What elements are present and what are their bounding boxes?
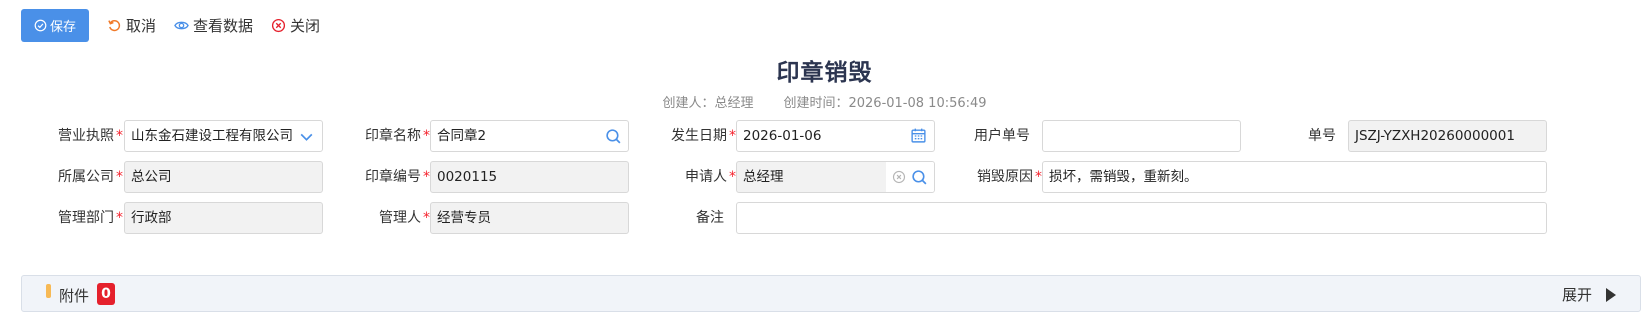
save-button[interactable]: 保存 [21,9,89,42]
occur-date-picker[interactable]: 2026-01-06 [736,120,935,152]
department-label: 管理部门 * [58,210,123,226]
destroy-reason-label: 销毁原因 * [977,169,1042,185]
seal-name-label: 印章名称 * [365,128,430,144]
manager-label: 管理人 * [379,210,430,226]
attachments-title: 附件 [59,287,90,305]
user-order-no-label: 用户单号 [974,128,1030,144]
occur-date-label: 发生日期 * [671,128,736,144]
expand-label: 展开 [1561,286,1592,304]
calendar-icon [911,128,926,143]
created-time-value: 2026-01-08 10:56:49 [848,96,987,111]
applicant-label: 申请人 * [685,169,736,185]
applicant-value: 总经理 [743,169,784,185]
company-field: 总公司 [124,161,323,193]
remark-input[interactable] [736,202,1547,234]
view-data-label: 查看数据 [193,17,254,35]
seal-name-field[interactable]: 合同章2 [430,120,629,152]
order-no-label: 单号 [1308,128,1336,144]
business-license-label: 营业执照 * [58,128,123,144]
business-license-value: 山东金石建设工程有限公司 [131,128,293,144]
creator-value: 总经理 [714,96,754,111]
search-icon[interactable] [605,128,622,145]
manager-field: 经营专员 [430,202,629,234]
created-meta: 创建人：总经理 创建时间：2026-01-08 10:56:49 [0,92,1649,111]
undo-icon [108,19,121,32]
caret-right-icon [1606,287,1616,302]
attachments-count-badge: 0 [97,283,115,305]
check-circle-icon [34,19,47,32]
department-field: 行政部 [124,202,323,234]
attachments-panel: 附件 0 展开 [21,275,1641,312]
cancel-button[interactable]: 取消 [107,15,156,36]
seal-code-label: 印章编号 * [365,169,430,185]
save-label: 保存 [49,20,76,35]
page-title: 印章销毁 [776,60,873,86]
creator-label: 创建人： [662,96,715,111]
business-license-select[interactable]: 山东金石建设工程有限公司 [124,120,323,152]
destroy-reason-input[interactable]: 损坏，需销毁，重新刻。 [1042,161,1547,193]
seal-code-field: 0020115 [430,161,629,193]
search-icon[interactable] [911,169,928,186]
clear-icon[interactable] [892,170,906,184]
expand-button[interactable]: 展开 [1562,284,1616,305]
view-data-button[interactable]: 查看数据 [174,15,253,36]
remark-label: 备注 [696,210,724,226]
chevron-down-icon [300,133,313,141]
close-button[interactable]: 关闭 [271,15,320,36]
section-marker [46,284,51,298]
order-no-field: JSZJ-YZXH20260000001 [1348,120,1547,152]
close-circle-icon [271,18,286,33]
company-label: 所属公司 * [58,169,123,185]
seal-name-value: 合同章2 [437,128,487,144]
cancel-label: 取消 [126,17,157,35]
close-label: 关闭 [290,17,321,35]
eye-icon [174,21,189,30]
created-time-label: 创建时间： [783,96,849,111]
user-order-no-input[interactable] [1042,120,1241,152]
toolbar: 保存 取消 查看数据 关闭 [21,9,320,42]
applicant-field[interactable]: 总经理 [736,161,935,193]
occur-date-value: 2026-01-06 [743,128,822,144]
